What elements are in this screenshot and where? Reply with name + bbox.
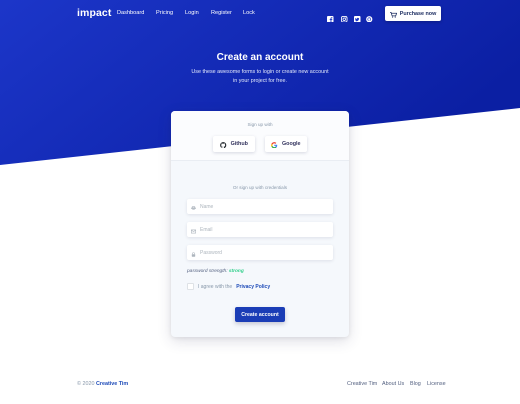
name-field[interactable]: [187, 199, 333, 214]
social-signup-section: Sign up with Github Google: [171, 111, 349, 161]
email-field[interactable]: [187, 222, 333, 237]
copyright-text: © 2020: [77, 381, 95, 387]
password-field[interactable]: [187, 245, 333, 260]
google-signup-button[interactable]: Google: [265, 136, 307, 152]
name-input[interactable]: [200, 203, 330, 210]
credentials-label: Or sign up with credentials: [232, 185, 288, 190]
footer-link-about-us[interactable]: About Us: [382, 381, 404, 387]
github-icon[interactable]: [366, 9, 373, 22]
footer-copyright: © 2020 Creative Tim: [77, 381, 128, 387]
github-icon: [220, 135, 227, 153]
password-input[interactable]: [200, 249, 330, 256]
navbar: impact Dashboard Pricing Login Register …: [0, 6, 520, 22]
create-account-button[interactable]: Create account: [235, 307, 285, 322]
brand-logo[interactable]: impact: [77, 7, 111, 19]
email-input[interactable]: [200, 226, 330, 233]
page-title: Create an account: [216, 52, 304, 63]
register-card: Sign up with Github Google Or sign up wi…: [171, 111, 349, 337]
nav-link-lock[interactable]: Lock: [243, 10, 255, 16]
agree-text: I agree with the: [198, 283, 233, 290]
footer-link-license[interactable]: License: [427, 381, 446, 387]
email-icon: [191, 221, 197, 239]
signup-with-label: Sign up with: [247, 122, 273, 127]
password-strength-label: password strength:: [187, 269, 229, 274]
purchase-now-button[interactable]: Purchase now: [385, 6, 441, 21]
instagram-icon[interactable]: [341, 9, 348, 22]
create-account-label: Create account: [241, 311, 279, 318]
page-subtitle: Use these awesome forms to login or crea…: [191, 69, 329, 84]
nav-link-login[interactable]: Login: [185, 10, 199, 16]
github-label: Github: [230, 141, 248, 147]
facebook-icon[interactable]: [327, 9, 334, 22]
footer-link-creative-tim[interactable]: Creative Tim: [347, 381, 377, 387]
footer-link-blog[interactable]: Blog: [410, 381, 421, 387]
privacy-agreement: I agree with the Privacy Policy: [187, 283, 270, 290]
nav-link-register[interactable]: Register: [211, 10, 232, 16]
google-icon: [271, 135, 278, 153]
google-label: Google: [281, 141, 301, 147]
agree-checkbox[interactable]: [187, 283, 194, 290]
password-strength-value: strong: [228, 269, 244, 274]
github-signup-button[interactable]: Github: [213, 136, 255, 152]
password-strength: password strength: strong: [187, 269, 244, 274]
twitter-icon[interactable]: [354, 9, 361, 22]
nav-link-pricing[interactable]: Pricing: [156, 10, 173, 16]
privacy-policy-link[interactable]: Privacy Policy: [236, 284, 270, 290]
cart-icon: [389, 5, 397, 23]
hat-icon: [191, 198, 196, 216]
nav-link-dashboard[interactable]: Dashboard: [117, 10, 144, 16]
footer-brand-link[interactable]: Creative Tim: [96, 381, 128, 387]
lock-icon: [191, 244, 196, 262]
purchase-now-label: Purchase now: [399, 10, 437, 17]
